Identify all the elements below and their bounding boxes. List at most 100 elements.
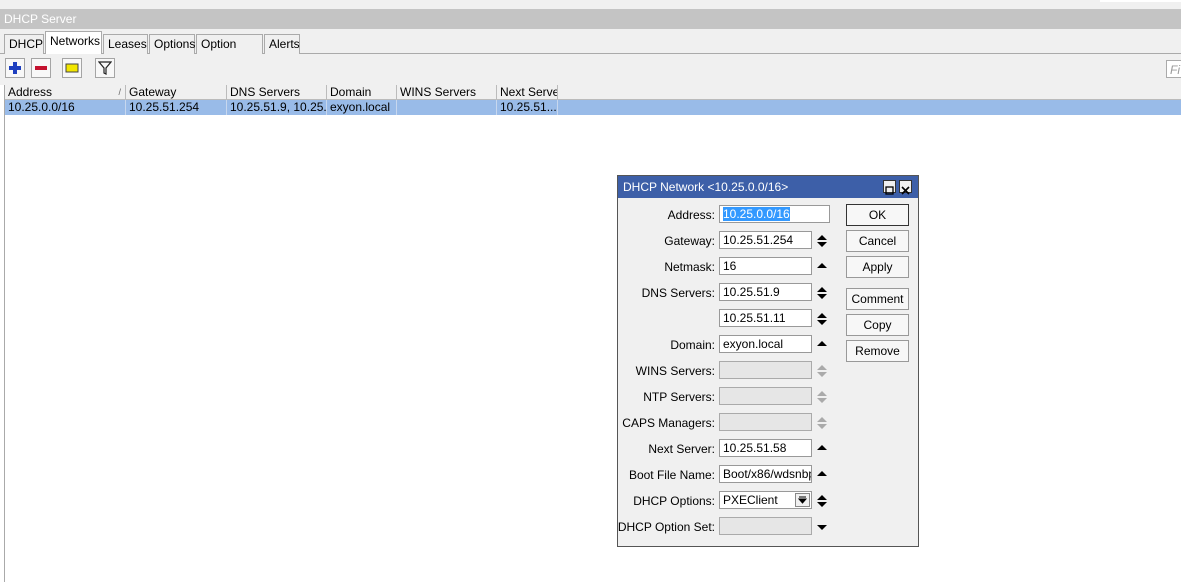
dns-server-2-input[interactable]: 10.25.51.11 — [719, 309, 812, 327]
field-boot-file-name: Boot File Name: Boot/x86/wdsnbp. — [618, 465, 848, 485]
up-icon[interactable] — [817, 468, 827, 482]
table-header: Address / Gateway DNS Servers Domain WINS… — [5, 85, 1181, 100]
address-input[interactable]: 10.25.0.0/16 — [719, 205, 830, 223]
gateway-label: Gateway: — [664, 234, 715, 248]
apply-button[interactable]: Apply — [846, 256, 909, 278]
table-row[interactable]: 10.25.0.0/16 10.25.51.254 10.25.51.9, 10… — [5, 100, 1181, 115]
filter-icon — [98, 61, 112, 75]
copy-button[interactable]: Copy — [846, 314, 909, 336]
tab-alerts[interactable]: Alerts — [264, 34, 300, 54]
tab-leases[interactable]: Leases — [103, 34, 148, 54]
up-down-icon[interactable] — [817, 286, 827, 300]
cell-address: 10.25.0.0/16 — [5, 100, 126, 115]
window-title: DHCP Server — [0, 9, 1181, 29]
dropdown-button[interactable] — [795, 493, 810, 507]
col-gateway[interactable]: Gateway — [126, 85, 227, 100]
up-down-icon — [817, 391, 827, 403]
up-down-icon[interactable] — [817, 234, 827, 248]
field-netmask: Netmask: 16 — [618, 257, 848, 277]
field-domain: Domain: exyon.local — [618, 335, 848, 355]
caps-managers-input[interactable] — [719, 413, 812, 431]
netmask-input[interactable]: 16 — [719, 257, 812, 275]
comment-button[interactable] — [62, 58, 82, 78]
remove-button[interactable] — [31, 58, 51, 78]
col-next-server[interactable]: Next Server — [497, 85, 558, 100]
next-server-input[interactable]: 10.25.51.58 — [719, 439, 812, 457]
cell-next-server: 10.25.51.... — [497, 100, 558, 115]
cell-domain: exyon.local — [327, 100, 397, 115]
maximize-icon — [885, 186, 894, 195]
filter-button[interactable] — [95, 58, 115, 78]
field-caps-managers: CAPS Managers: — [618, 413, 848, 433]
ntp-servers-input[interactable] — [719, 387, 812, 405]
address-label: Address: — [667, 208, 715, 222]
field-gateway: Gateway: 10.25.51.254 — [618, 231, 848, 251]
up-down-icon[interactable] — [817, 312, 827, 326]
field-dhcp-option-set: DHCP Option Set: — [618, 517, 848, 537]
domain-input[interactable]: exyon.local — [719, 335, 812, 353]
field-dhcp-options: DHCP Options: PXEClient — [618, 491, 848, 511]
col-wins-servers[interactable]: WINS Servers — [397, 85, 497, 100]
up-down-icon — [817, 417, 827, 429]
tab-networks[interactable]: Networks — [45, 31, 102, 54]
up-down-icon — [817, 365, 827, 377]
dialog-title: DHCP Network <10.25.0.0/16> — [618, 176, 918, 198]
boot-file-name-input[interactable]: Boot/x86/wdsnbp. — [719, 465, 812, 483]
field-dns-servers-2: 10.25.51.11 — [618, 309, 848, 329]
field-ntp-servers: NTP Servers: — [618, 387, 848, 407]
up-icon[interactable] — [817, 442, 827, 456]
field-next-server: Next Server: 10.25.51.58 — [618, 439, 848, 459]
close-icon — [901, 186, 910, 195]
cell-wins-servers — [397, 100, 497, 115]
top-strip — [0, 0, 1181, 9]
maximize-button[interactable] — [883, 180, 896, 195]
down-icon[interactable] — [817, 520, 827, 534]
tab-bar: DHCP Networks Leases Options Option Sets… — [0, 29, 1181, 69]
up-icon[interactable] — [817, 338, 827, 352]
add-button[interactable] — [5, 58, 25, 78]
plus-icon — [9, 62, 21, 74]
comment-icon — [65, 63, 79, 73]
dialog-title-text: DHCP Network <10.25.0.0/16> — [623, 180, 789, 194]
find-input[interactable]: Fi — [1166, 60, 1181, 78]
domain-label: Domain: — [670, 338, 715, 352]
comment-button-dialog[interactable]: Comment — [846, 288, 909, 310]
cell-gateway: 10.25.51.254 — [126, 100, 227, 115]
dhcp-options-select[interactable]: PXEClient — [719, 491, 812, 509]
sort-icon: / — [118, 87, 121, 97]
up-down-icon[interactable] — [817, 494, 827, 508]
dhcp-option-set-select[interactable] — [719, 517, 812, 535]
caps-managers-label: CAPS Managers: — [622, 416, 715, 430]
field-wins-servers: WINS Servers: — [618, 361, 848, 381]
toolbar: Fi — [0, 54, 1181, 85]
tab-option-sets[interactable]: Option Sets — [196, 34, 263, 69]
up-icon[interactable] — [817, 260, 827, 274]
dns-servers-label: DNS Servers: — [641, 286, 715, 300]
minus-icon — [35, 66, 47, 70]
dhcp-options-label: DHCP Options: — [633, 494, 715, 508]
dhcp-option-set-label: DHCP Option Set: — [617, 520, 715, 534]
tab-dhcp[interactable]: DHCP — [4, 34, 44, 54]
dns-server-1-input[interactable]: 10.25.51.9 — [719, 283, 812, 301]
ntp-servers-label: NTP Servers: — [643, 390, 715, 404]
col-domain[interactable]: Domain — [327, 85, 397, 100]
close-button[interactable] — [899, 180, 912, 195]
tab-options[interactable]: Options — [149, 34, 195, 54]
wins-servers-input[interactable] — [719, 361, 812, 379]
dhcp-network-dialog: DHCP Network <10.25.0.0/16> Address: 10.… — [617, 175, 919, 547]
field-address: Address: 10.25.0.0/16 — [618, 205, 848, 225]
cancel-button[interactable]: Cancel — [846, 230, 909, 252]
netmask-label: Netmask: — [664, 260, 715, 274]
col-dns-servers[interactable]: DNS Servers — [227, 85, 327, 100]
next-server-label: Next Server: — [648, 442, 715, 456]
chevron-down-icon — [797, 496, 808, 504]
address-value: 10.25.0.0/16 — [723, 207, 790, 221]
remove-button-dialog[interactable]: Remove — [846, 340, 909, 362]
field-dns-servers: DNS Servers: 10.25.51.9 — [618, 283, 848, 303]
col-address[interactable]: Address / — [5, 85, 126, 100]
dhcp-options-value: PXEClient — [723, 493, 778, 507]
gateway-input[interactable]: 10.25.51.254 — [719, 231, 812, 249]
cell-dns-servers: 10.25.51.9, 10.25.... — [227, 100, 327, 115]
ok-button[interactable]: OK — [846, 204, 909, 226]
boot-file-name-label: Boot File Name: — [628, 468, 715, 482]
